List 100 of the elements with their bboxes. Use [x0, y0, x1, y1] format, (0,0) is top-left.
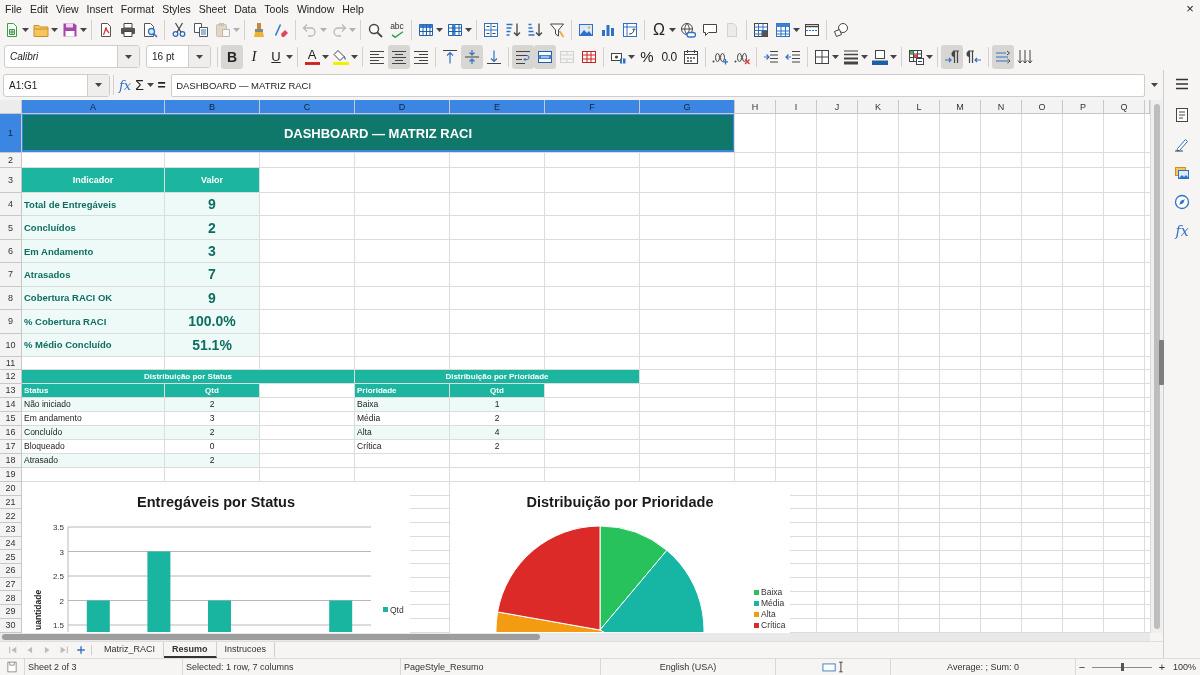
- column-header[interactable]: O: [1022, 100, 1063, 114]
- zoom-in-button[interactable]: +: [1157, 661, 1167, 673]
- scrollbar-thumb[interactable]: [1154, 104, 1160, 629]
- font-size-field[interactable]: 16 pt: [146, 45, 211, 68]
- menu-item[interactable]: File: [1, 2, 26, 15]
- column-header[interactable]: B: [165, 100, 260, 114]
- menu-icon: [1174, 76, 1190, 92]
- table-title: Distribuição por Prioridade: [355, 369, 640, 384]
- ltr-button[interactable]: [941, 44, 963, 69]
- sheet-tab[interactable]: Resumo: [164, 641, 217, 658]
- merge-center-button[interactable]: [534, 44, 556, 69]
- sheet-tab[interactable]: Instrucoes: [216, 641, 276, 658]
- menu-item[interactable]: Tools: [260, 2, 293, 15]
- underline-button[interactable]: U: [265, 44, 287, 69]
- table-cell: Média: [355, 411, 450, 426]
- name-box[interactable]: A1:G1: [3, 73, 110, 97]
- column-header[interactable]: F: [545, 100, 640, 114]
- sidebar-handle[interactable]: [1159, 340, 1164, 385]
- column-header[interactable]: G: [640, 100, 735, 114]
- last-arrow-icon: [58, 644, 69, 655]
- calendar-icon: [683, 48, 699, 65]
- speech-bubble-icon: [702, 22, 718, 38]
- functions-button[interactable]: fx: [1169, 219, 1195, 243]
- column-header[interactable]: N: [981, 100, 1022, 114]
- spelling-button[interactable]: abc: [386, 18, 408, 42]
- bold-button[interactable]: B: [221, 44, 243, 69]
- formula-input[interactable]: DASHBOARD — MATRIZ RACI: [171, 73, 1145, 97]
- align-center-button[interactable]: [388, 44, 410, 69]
- row-header[interactable]: 3: [0, 168, 22, 193]
- bar-chart-icon: [600, 22, 616, 38]
- row-header[interactable]: 1: [0, 114, 22, 153]
- horizontal-scrollbar[interactable]: [0, 632, 1150, 641]
- caret-icon: [1150, 83, 1158, 87]
- scrollbar-thumb[interactable]: [2, 633, 540, 640]
- column-header[interactable]: H: [735, 100, 776, 114]
- row-header[interactable]: 6: [0, 239, 22, 264]
- row-header[interactable]: 28: [0, 591, 22, 606]
- menu-item[interactable]: View: [52, 2, 83, 15]
- font-name-field[interactable]: Calibri: [4, 45, 140, 68]
- row-header[interactable]: 7: [0, 263, 22, 287]
- column-header[interactable]: P: [1063, 100, 1104, 114]
- menu-item[interactable]: Styles: [158, 2, 195, 15]
- row-header[interactable]: 4: [0, 193, 22, 217]
- row-header[interactable]: 22: [0, 509, 22, 523]
- wrap-button[interactable]: [512, 44, 534, 69]
- row-header[interactable]: 2: [0, 153, 22, 168]
- align-middle-button[interactable]: [461, 44, 483, 69]
- font-color-button[interactable]: A: [301, 44, 323, 69]
- column-header[interactable]: A: [22, 100, 165, 114]
- menu-item[interactable]: Edit: [25, 2, 52, 15]
- special-character-button[interactable]: Ω: [648, 18, 670, 42]
- column-header[interactable]: J: [817, 100, 858, 114]
- legend-label: Média: [761, 598, 785, 608]
- number-button[interactable]: 0.0: [658, 44, 680, 69]
- menu-item[interactable]: Format: [116, 2, 159, 15]
- menu-item[interactable]: Data: [230, 2, 261, 15]
- dropdown-button[interactable]: [87, 74, 109, 96]
- dropdown-button[interactable]: [117, 46, 139, 67]
- sheet-tab[interactable]: Matriz_RACI: [96, 641, 164, 658]
- zoom-out-button[interactable]: −: [1077, 661, 1087, 673]
- menu-item[interactable]: Insert: [82, 2, 117, 15]
- column-header[interactable]: C: [260, 100, 355, 114]
- row-header[interactable]: 5: [0, 216, 22, 240]
- shapes-icon: [833, 22, 849, 38]
- zoom-level[interactable]: 100%: [1173, 662, 1197, 672]
- row-header[interactable]: 23: [0, 523, 22, 537]
- caret-icon: [233, 28, 240, 32]
- caret-icon: [861, 54, 868, 59]
- caret-icon: [147, 83, 155, 87]
- dropdown-button[interactable]: [188, 46, 210, 67]
- vertical-scrollbar[interactable]: [1150, 100, 1163, 633]
- column-header[interactable]: K: [858, 100, 899, 114]
- row-header[interactable]: 10: [0, 333, 22, 357]
- table-title: Distribuição por Status: [22, 369, 355, 384]
- sum-button[interactable]: Σ: [133, 74, 147, 96]
- column-header[interactable]: Q: [1104, 100, 1145, 114]
- menu-item[interactable]: Window: [292, 2, 339, 15]
- menu-item[interactable]: Help: [338, 2, 368, 15]
- conditional-format-icon: [908, 48, 924, 65]
- document-export-icon: [98, 22, 114, 38]
- text-direction-icon: [995, 48, 1011, 65]
- column-header[interactable]: E: [450, 100, 545, 114]
- row-header[interactable]: 8: [0, 286, 22, 311]
- menu-item[interactable]: Sheet: [194, 2, 231, 15]
- function-wizard-button[interactable]: fx: [117, 74, 134, 96]
- row-header[interactable]: 25: [0, 550, 22, 565]
- slider-thumb[interactable]: [1120, 663, 1124, 671]
- italic-button[interactable]: I: [243, 44, 265, 69]
- table-columns-icon: [447, 22, 463, 38]
- percent-button[interactable]: %: [636, 44, 658, 69]
- row-header[interactable]: 26: [0, 564, 22, 578]
- column-header[interactable]: D: [355, 100, 450, 114]
- language[interactable]: English (USA): [659, 662, 717, 672]
- column-header[interactable]: L: [899, 100, 940, 114]
- row-header[interactable]: 29: [0, 605, 22, 619]
- close-button[interactable]: ×: [1182, 0, 1198, 17]
- row-header[interactable]: 9: [0, 310, 22, 334]
- column-header[interactable]: I: [776, 100, 817, 114]
- column-header[interactable]: M: [940, 100, 981, 114]
- formula-button[interactable]: =: [155, 74, 169, 96]
